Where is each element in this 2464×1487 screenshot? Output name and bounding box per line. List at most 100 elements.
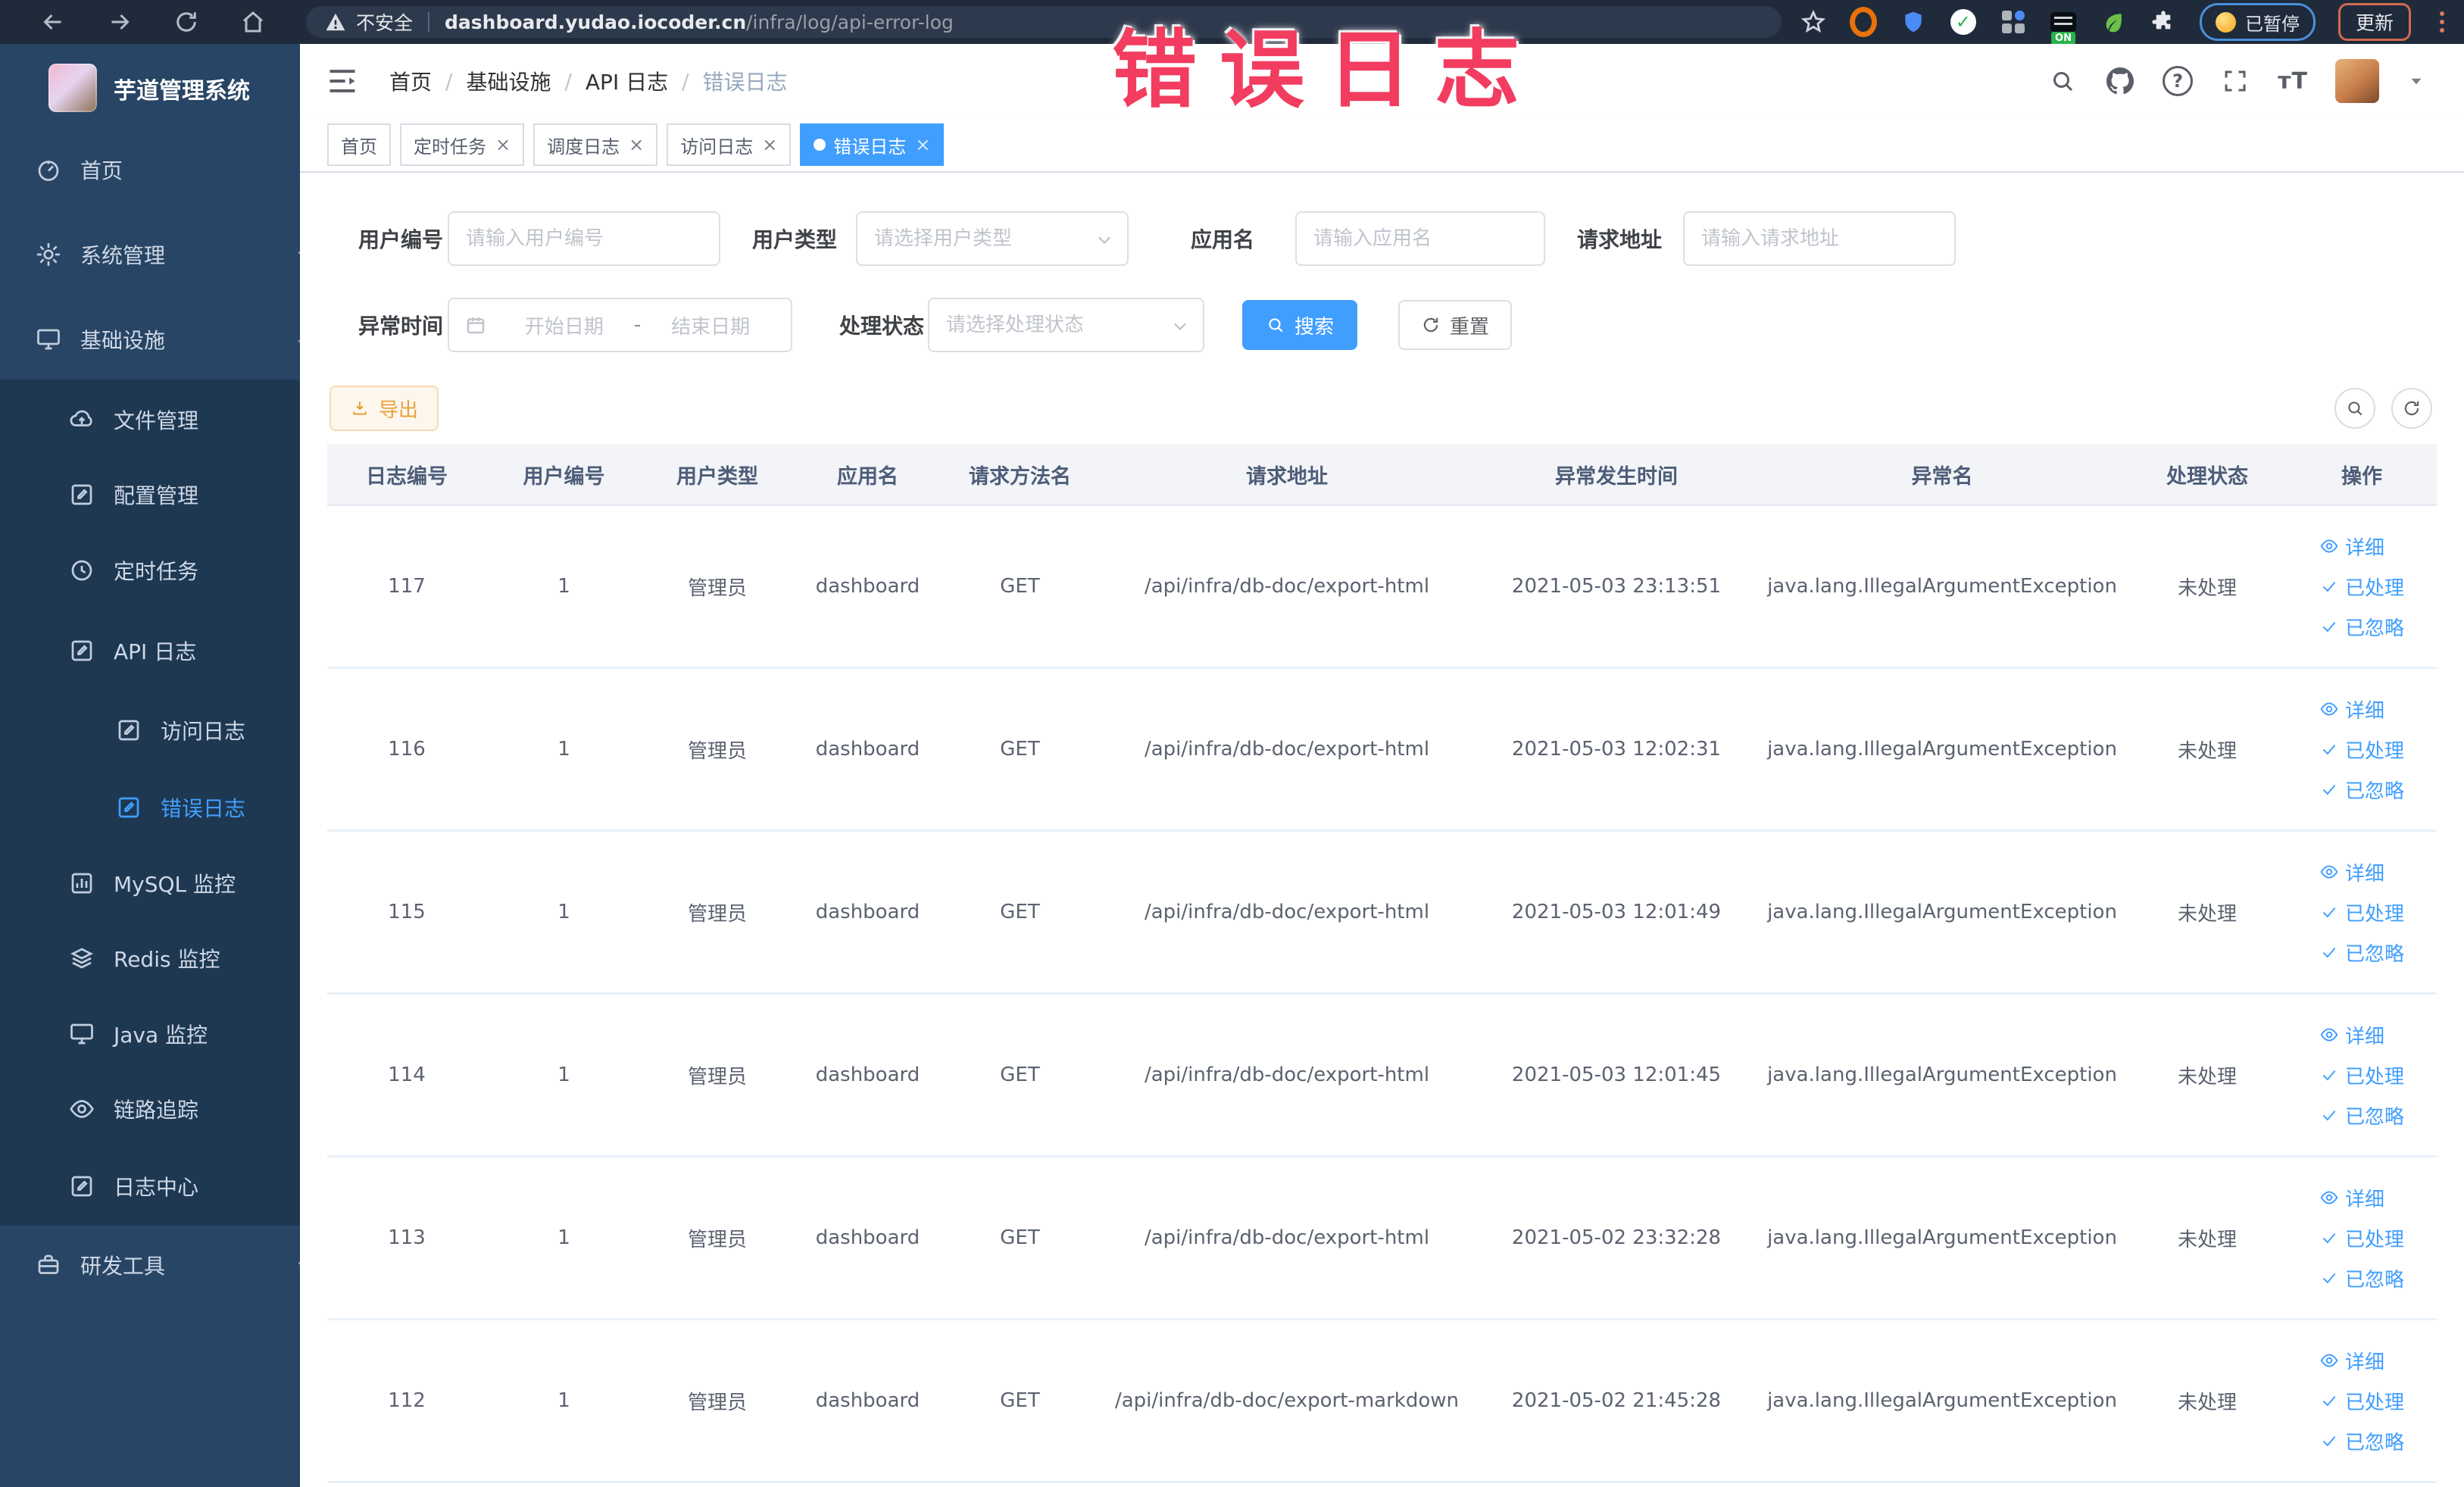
action-已忽略[interactable]: 已忽略 xyxy=(2319,613,2404,641)
action-详细[interactable]: 详细 xyxy=(2319,533,2384,561)
tab-访问日志[interactable]: 访问日志 × xyxy=(667,123,792,166)
toggle-search-button[interactable] xyxy=(2334,388,2375,429)
extensions-puzzle-icon[interactable] xyxy=(2150,8,2177,36)
refresh-table-button[interactable] xyxy=(2391,388,2432,429)
check-icon xyxy=(2319,902,2339,922)
check-icon xyxy=(2319,779,2339,799)
action-详细[interactable]: 详细 xyxy=(2319,1184,2384,1212)
ext-orange-ring-icon[interactable] xyxy=(1849,7,1877,37)
action-已处理[interactable]: 已处理 xyxy=(2319,1061,2404,1089)
action-详细[interactable]: 详细 xyxy=(2319,1021,2384,1049)
sidebar-item-home[interactable]: 首页 xyxy=(0,133,300,206)
close-icon[interactable]: × xyxy=(495,136,511,154)
cell-time: 2021-05-03 12:01:45 xyxy=(1476,993,1757,1157)
action-已处理[interactable]: 已处理 xyxy=(2319,898,2404,926)
action-label: 详细 xyxy=(2344,862,2384,886)
fullscreen-icon[interactable] xyxy=(2220,66,2250,96)
font-size-icon[interactable]: тT xyxy=(2278,68,2308,95)
github-icon[interactable] xyxy=(2105,66,2135,96)
breadcrumb-item[interactable]: 首页 xyxy=(389,66,432,96)
search-icon[interactable] xyxy=(2047,66,2078,96)
close-icon[interactable]: × xyxy=(629,136,644,154)
ext-grid-icon[interactable] xyxy=(2000,8,2027,36)
action-已处理[interactable]: 已处理 xyxy=(2319,1387,2404,1415)
monitor-icon xyxy=(35,326,62,353)
cell-app_name: dashboard xyxy=(793,830,942,995)
sidebar-item-infra[interactable]: 基础设施 xyxy=(0,303,300,376)
sidebar-item-file[interactable]: 文件管理 xyxy=(0,383,300,456)
date-start-placeholder[interactable]: 开始日期 xyxy=(499,311,629,339)
tab-定时任务[interactable]: 定时任务 × xyxy=(400,123,525,166)
tab-错误日志[interactable]: 错误日志 × xyxy=(800,123,945,166)
ext-leaf-icon[interactable] xyxy=(2100,8,2127,36)
search-button[interactable]: 搜索 xyxy=(1242,300,1357,350)
exception-time-range-picker[interactable]: 开始日期 - 结束日期 xyxy=(448,298,792,352)
reset-button[interactable]: 重置 xyxy=(1398,300,1512,350)
hamburger-icon[interactable] xyxy=(326,64,359,98)
request-url-input[interactable] xyxy=(1683,211,1956,266)
process-status-select[interactable] xyxy=(928,298,1204,352)
action-已忽略[interactable]: 已忽略 xyxy=(2319,1264,2404,1292)
date-end-placeholder[interactable]: 结束日期 xyxy=(645,311,776,339)
action-已处理[interactable]: 已处理 xyxy=(2319,1224,2404,1252)
sidebar-item-redis[interactable]: Redis 监控 xyxy=(0,922,300,995)
action-已忽略[interactable]: 已忽略 xyxy=(2319,776,2404,804)
security-warning-icon[interactable] xyxy=(324,11,347,33)
paused-label: 已暂停 xyxy=(2244,13,2300,35)
tab-首页[interactable]: 首页 xyxy=(327,123,391,166)
tab-调度日志[interactable]: 调度日志 × xyxy=(533,123,658,166)
sidebar-item-java[interactable]: Java 监控 xyxy=(0,998,300,1070)
sidebar-item-job[interactable]: 定时任务 xyxy=(0,534,300,607)
sidebar-item-mysql[interactable]: MySQL 监控 xyxy=(0,847,300,920)
sidebar-item-trace[interactable]: 链路追踪 xyxy=(0,1073,300,1145)
sidebar-item-system[interactable]: 系统管理 xyxy=(0,218,300,291)
sidebar-item-access-log[interactable]: 访问日志 xyxy=(0,694,300,767)
action-详细[interactable]: 详细 xyxy=(2319,858,2384,886)
browser-menu-icon[interactable] xyxy=(2440,20,2444,24)
avatar-caret-down-icon[interactable] xyxy=(2406,71,2426,91)
url-host: dashboard.yudao.iocoder.cn xyxy=(445,11,747,33)
ext-shield-icon[interactable] xyxy=(1900,8,1927,36)
action-已处理[interactable]: 已处理 xyxy=(2319,736,2404,764)
refresh-icon xyxy=(1423,317,1438,333)
action-已忽略[interactable]: 已忽略 xyxy=(2319,1101,2404,1129)
sidebar-item-log-center[interactable]: 日志中心 xyxy=(0,1150,300,1223)
sidebar-item-dev-tools[interactable]: 研发工具 xyxy=(0,1229,300,1301)
browser-update-button[interactable]: 更新 xyxy=(2338,3,2411,41)
action-详细[interactable]: 详细 xyxy=(2319,695,2384,723)
close-icon[interactable]: × xyxy=(915,136,930,154)
eye-icon xyxy=(2319,536,2339,556)
sidebar-item-api-log[interactable]: API 日志 xyxy=(0,614,300,687)
ext-toggle-on-icon[interactable]: ON xyxy=(2050,8,2077,45)
action-详细[interactable]: 详细 xyxy=(2319,1347,2384,1375)
sidebar-item-error-log[interactable]: 错误日志 xyxy=(0,771,300,844)
user-type-select[interactable] xyxy=(856,211,1129,266)
user-id-label: 用户编号 xyxy=(358,227,443,252)
action-已处理[interactable]: 已处理 xyxy=(2319,573,2404,601)
reload-icon[interactable] xyxy=(173,8,200,36)
help-icon[interactable]: ? xyxy=(2163,66,2194,96)
profile-paused-badge[interactable]: 已暂停 xyxy=(2199,3,2316,41)
app-name-input[interactable] xyxy=(1295,211,1545,266)
breadcrumb-item[interactable]: 基础设施 xyxy=(466,66,551,96)
export-button[interactable]: 导出 xyxy=(329,386,439,431)
back-icon[interactable] xyxy=(39,8,67,36)
action-已忽略[interactable]: 已忽略 xyxy=(2319,1427,2404,1455)
ext-green-check-icon[interactable]: ✓ xyxy=(1950,8,1977,36)
home-icon[interactable] xyxy=(239,8,267,36)
page-root: 不安全 dashboard.yudao.iocoder.cn /infra/lo… xyxy=(0,0,2464,1487)
briefcase-icon xyxy=(35,1251,62,1279)
address-bar[interactable]: 不安全 dashboard.yudao.iocoder.cn /infra/lo… xyxy=(306,6,1782,38)
cell-request_url: /api/infra/db-doc/export-markdown xyxy=(1098,1319,1476,1483)
forward-icon[interactable] xyxy=(106,8,133,36)
sidebar-item-label: Java 监控 xyxy=(114,1023,208,1048)
cell-actions: 详细 已处理 已忽略 xyxy=(2287,1156,2437,1320)
user-id-input[interactable] xyxy=(448,211,720,266)
user-avatar[interactable] xyxy=(2335,59,2379,103)
action-已忽略[interactable]: 已忽略 xyxy=(2319,939,2404,967)
breadcrumb-item[interactable]: API 日志 xyxy=(586,66,668,96)
sidebar-item-config[interactable]: 配置管理 xyxy=(0,458,300,531)
cell-exception: java.lang.IllegalArgumentException xyxy=(1757,505,2128,669)
close-icon[interactable]: × xyxy=(762,136,777,154)
bookmark-star-icon[interactable] xyxy=(1800,8,1827,36)
